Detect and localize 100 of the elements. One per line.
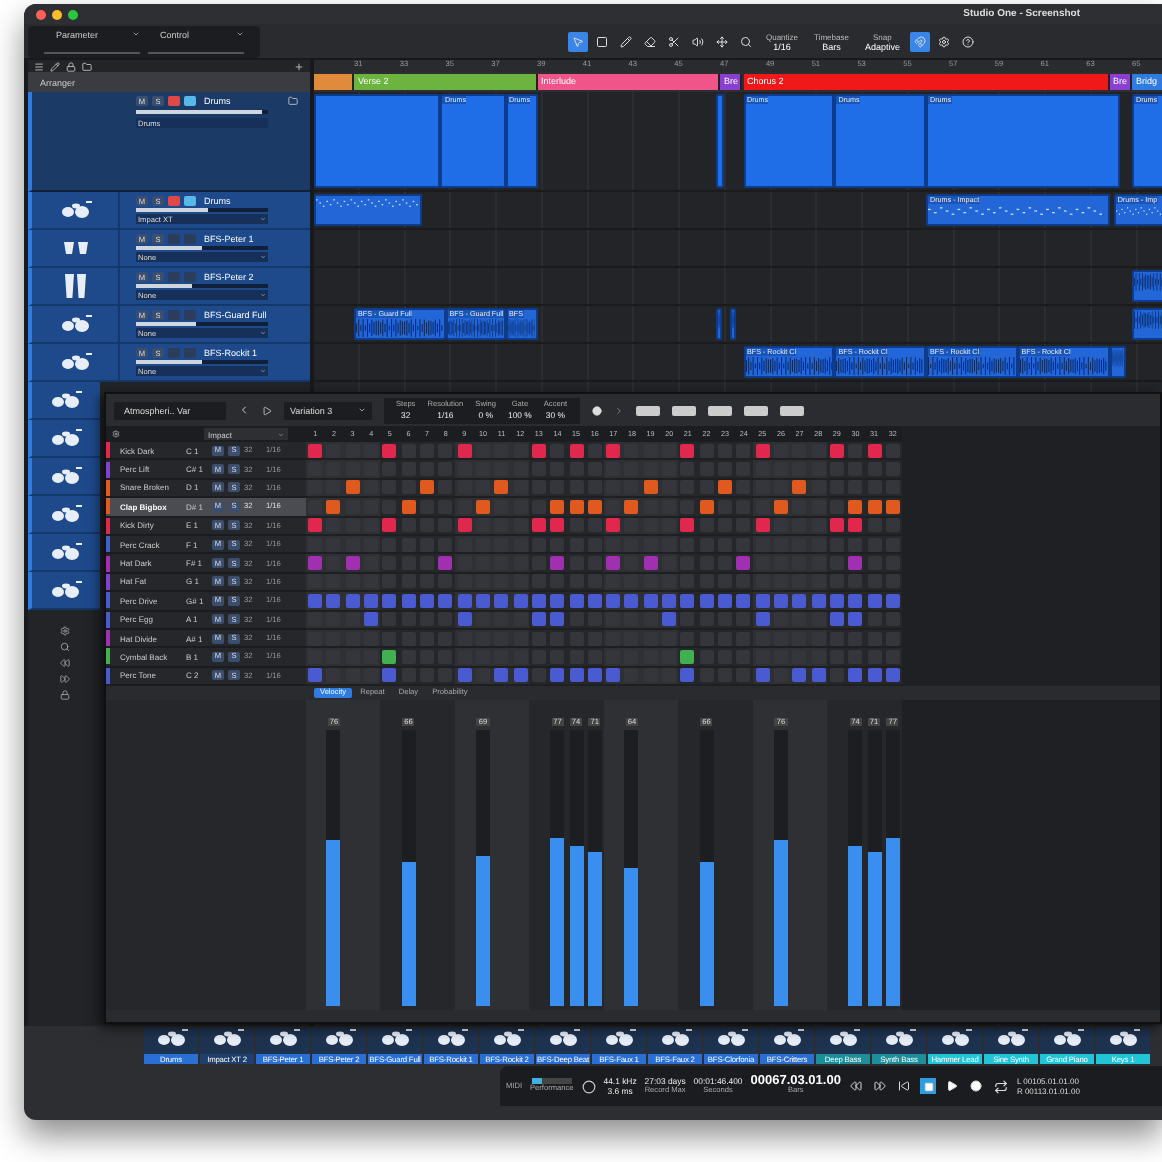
velocity-bar[interactable] — [773, 840, 788, 1006]
monitor-button[interactable] — [184, 310, 196, 320]
velocity-bar[interactable] — [401, 862, 416, 1006]
play-icon[interactable] — [262, 405, 272, 415]
drum-kit-icon — [603, 1028, 635, 1048]
velocity-track[interactable] — [885, 730, 900, 1006]
track-header[interactable] — [28, 572, 100, 610]
track-header[interactable] — [28, 420, 100, 458]
folder-clip[interactable] — [314, 94, 441, 188]
monitor-button[interactable] — [184, 348, 196, 358]
folder-icon[interactable] — [82, 61, 92, 71]
velocity-track[interactable] — [401, 730, 416, 1006]
previous-icon[interactable] — [238, 404, 250, 416]
waveform-drawing — [745, 356, 833, 376]
settings-icon[interactable] — [112, 430, 120, 438]
track-header[interactable] — [28, 382, 100, 420]
rewind-button[interactable] — [848, 1078, 865, 1094]
close-button[interactable] — [36, 9, 46, 19]
midi-clip[interactable] — [314, 194, 423, 226]
velocity-track[interactable] — [569, 730, 584, 1006]
track-header[interactable] — [28, 496, 100, 534]
eraser-icon[interactable] — [640, 31, 660, 51]
velocity-bar[interactable] — [848, 845, 863, 1006]
folder-icon[interactable] — [288, 96, 298, 106]
velocity-bar[interactable] — [550, 837, 565, 1006]
add-track-icon[interactable] — [294, 61, 304, 71]
drum-kit-icon — [995, 1028, 1027, 1048]
drum-kit-icon — [1107, 1028, 1139, 1048]
search-icon[interactable] — [59, 642, 69, 652]
scissors-icon[interactable] — [664, 31, 684, 51]
drum-kit-icon — [50, 542, 82, 562]
settings-icon[interactable] — [933, 31, 954, 51]
velocity-bar[interactable] — [867, 851, 882, 1006]
range-tool-icon[interactable] — [592, 31, 612, 51]
loop-button[interactable] — [992, 1078, 1009, 1094]
audio-clip[interactable] — [715, 308, 723, 340]
velocity-track[interactable] — [587, 730, 602, 1006]
record-icon[interactable] — [591, 405, 601, 415]
lock-icon[interactable] — [66, 61, 76, 71]
monitor-button[interactable] — [184, 234, 196, 244]
bank-button[interactable] — [779, 405, 803, 415]
magnet-icon[interactable] — [909, 31, 930, 51]
next-icon[interactable] — [613, 405, 623, 415]
minimize-button[interactable] — [52, 9, 62, 19]
bank-button[interactable] — [635, 405, 659, 415]
pencil-icon[interactable] — [616, 31, 636, 51]
velocity-track[interactable] — [773, 730, 788, 1006]
pencil-icon[interactable] — [50, 61, 60, 71]
velocity-bar[interactable] — [699, 862, 714, 1006]
arrow-tool-icon[interactable] — [568, 31, 588, 51]
folder-clip[interactable] — [715, 94, 725, 188]
arranger-section[interactable] — [314, 74, 355, 90]
drum-kit-icon — [771, 1028, 803, 1048]
settings-icon[interactable] — [59, 626, 69, 636]
drum-kit-icon — [379, 1028, 411, 1048]
velocity-bar[interactable] — [885, 837, 900, 1006]
play-button[interactable] — [944, 1078, 961, 1094]
forward-button[interactable] — [872, 1078, 889, 1094]
velocity-track[interactable] — [867, 730, 882, 1006]
conga-icon — [63, 272, 87, 300]
stop-button[interactable] — [920, 1078, 937, 1094]
bank-button[interactable] — [707, 405, 731, 415]
metronome-icon[interactable] — [581, 1079, 596, 1093]
monitor-button[interactable] — [184, 96, 196, 106]
forward-icon[interactable] — [59, 674, 69, 684]
record-button[interactable] — [968, 1078, 985, 1094]
menu-icon[interactable] — [34, 61, 44, 71]
velocity-track[interactable] — [624, 730, 639, 1006]
velocity-bar[interactable] — [326, 840, 341, 1006]
search-icon[interactable] — [736, 31, 756, 51]
lock-icon[interactable] — [59, 690, 69, 700]
waveform-drawing — [356, 318, 444, 338]
velocity-track[interactable] — [699, 730, 714, 1006]
velocity-bar[interactable] — [569, 845, 584, 1006]
velocity-bar[interactable] — [587, 851, 602, 1006]
track-header[interactable] — [28, 534, 100, 572]
bank-button[interactable] — [671, 405, 695, 415]
drum-kit-icon — [211, 1028, 243, 1048]
audio-clip[interactable] — [729, 308, 737, 340]
drum-kit-icon — [435, 1028, 467, 1048]
bank-button[interactable] — [743, 405, 767, 415]
speaker-icon[interactable] — [688, 31, 708, 51]
drum-kit-icon — [939, 1028, 971, 1048]
velocity-track[interactable] — [326, 730, 341, 1006]
drum-kit-icon — [50, 580, 82, 600]
velocity-bar[interactable] — [475, 856, 490, 1006]
rewind-icon[interactable] — [59, 658, 69, 668]
zoom-button[interactable] — [68, 9, 78, 19]
track-header[interactable] — [28, 458, 100, 496]
velocity-track[interactable] — [550, 730, 565, 1006]
help-icon[interactable] — [957, 31, 978, 51]
return-to-start-button[interactable] — [896, 1078, 913, 1094]
velocity-track[interactable] — [475, 730, 490, 1006]
velocity-bar[interactable] — [624, 868, 639, 1006]
velocity-track[interactable] — [848, 730, 863, 1006]
monitor-button[interactable] — [184, 196, 196, 206]
monitor-button[interactable] — [184, 272, 196, 282]
drum-kit-icon — [659, 1028, 691, 1048]
waveform-drawing — [507, 318, 536, 338]
bongo-icon — [61, 240, 89, 256]
